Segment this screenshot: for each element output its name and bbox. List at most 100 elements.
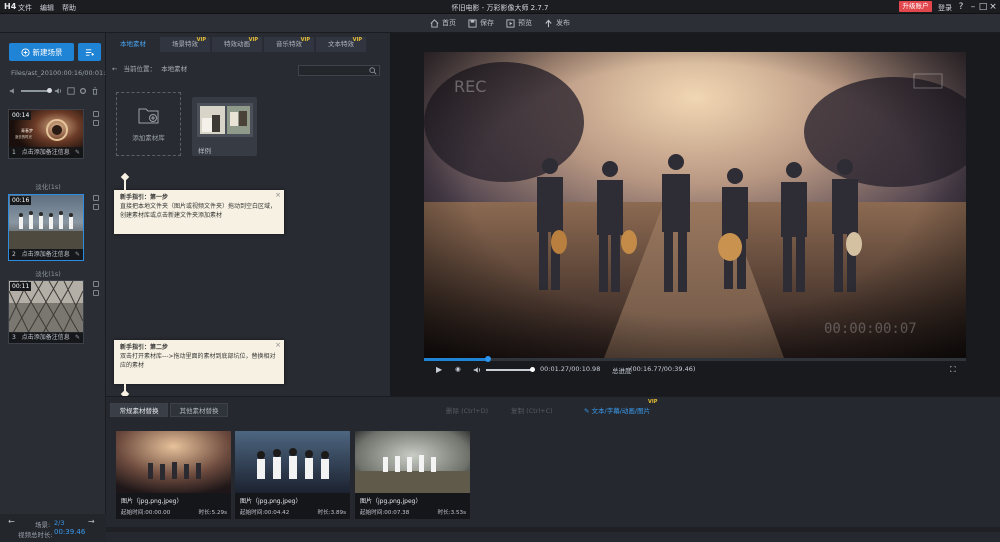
- close-icon[interactable]: ×: [275, 191, 281, 200]
- scene-3-caption[interactable]: 3 点击添加备注信息 ✎: [9, 332, 83, 343]
- tab-local-material[interactable]: 本地素材: [108, 37, 158, 52]
- scene-counter-label: 场景:: [35, 521, 51, 529]
- plus-circle-icon: [20, 47, 30, 57]
- new-scene-button[interactable]: 新建场景: [9, 43, 74, 61]
- rec-watermark: REC: [454, 77, 486, 96]
- volume-high-icon[interactable]: [54, 87, 62, 95]
- scene-3-note: 点击添加备注信息: [21, 334, 70, 341]
- card-1-duration: 时长:5.29s: [198, 510, 227, 516]
- progress-fill: [424, 358, 488, 361]
- scene-2-delete-icon[interactable]: [93, 204, 99, 210]
- scene-options-button[interactable]: [78, 43, 101, 61]
- save-button[interactable]: 保存: [468, 18, 494, 28]
- sample-folder-label: 样例: [198, 147, 211, 155]
- scene-1-delete-icon[interactable]: [93, 120, 99, 126]
- scene-2-caption[interactable]: 2 点击添加备注信息 ✎: [9, 249, 83, 260]
- login-link[interactable]: 登录: [938, 3, 952, 13]
- upgrade-button[interactable]: 升级账户: [899, 1, 932, 12]
- edit-note-icon[interactable]: ✎: [75, 249, 80, 260]
- replace-card-1[interactable]: 图片（jpg,png,jpeg） 起始时间:00:00.00 时长:5.29s: [116, 431, 231, 519]
- publish-button[interactable]: 发布: [544, 18, 570, 28]
- scene-thumb-2[interactable]: 00:16 2 点击添加备注信息 ✎: [8, 194, 84, 261]
- file-path: Files/ast_201: [11, 69, 54, 77]
- volume-settings-icon[interactable]: [67, 87, 75, 95]
- scene-3-copy-icon[interactable]: [93, 281, 99, 287]
- scene-thumb-3[interactable]: 00:11 3 点击添加备注信息 ✎: [8, 280, 84, 344]
- progress-knob[interactable]: [485, 356, 491, 362]
- gear-icon[interactable]: [79, 87, 87, 95]
- edit-note-icon[interactable]: ✎: [75, 147, 80, 158]
- preview-volume-knob[interactable]: [530, 367, 535, 372]
- copy-action[interactable]: 复制 (Ctrl+C): [511, 405, 553, 415]
- prev-scene-icon[interactable]: ←: [8, 517, 15, 526]
- video-preview[interactable]: REC 00:00:00:07: [424, 52, 966, 358]
- playback-progress[interactable]: [424, 356, 966, 362]
- volume-low-icon[interactable]: [9, 87, 17, 95]
- play-icon[interactable]: ▶: [436, 365, 442, 374]
- next-scene-icon[interactable]: →: [88, 517, 95, 526]
- preview-panel: REC 00:00:00:07 ▶ ◉ 00:01.27/00:10.98 总进…: [390, 33, 1000, 396]
- volume-knob[interactable]: [47, 88, 52, 93]
- vip-badge: VIP: [248, 37, 258, 43]
- guide-1-title: 新手指引：第一步: [120, 194, 169, 201]
- volume-row: [9, 86, 101, 96]
- camera-icon[interactable]: ◉: [455, 365, 461, 373]
- tab-label: 文本特效: [328, 40, 354, 48]
- scene-2-copy-icon[interactable]: [93, 195, 99, 201]
- trash-icon[interactable]: [91, 87, 99, 95]
- preview-icon: [506, 18, 515, 28]
- transition-1[interactable]: 淡化(1s): [0, 181, 96, 191]
- replace-panel: 常规素材替换 其他素材替换 删除 (Ctrl+D) 复制 (Ctrl+C) ✎ …: [106, 396, 1000, 542]
- home-icon: [430, 18, 439, 28]
- edit-note-icon[interactable]: ✎: [75, 332, 80, 343]
- help-icon[interactable]: ?: [955, 1, 967, 13]
- sample-folder[interactable]: 样例: [192, 97, 257, 156]
- home-button[interactable]: 首页: [430, 18, 456, 28]
- horizontal-scrollbar[interactable]: [106, 527, 1000, 532]
- close-icon[interactable]: ×: [275, 341, 281, 350]
- path-value[interactable]: 本地素材: [161, 65, 187, 73]
- tab-music-effects[interactable]: 音乐特效 VIP: [264, 37, 314, 52]
- tab-scene-effects[interactable]: 场景特效 VIP: [160, 37, 210, 52]
- close-icon[interactable]: ×: [987, 1, 999, 13]
- tab-normal-replace[interactable]: 常规素材替换: [110, 403, 168, 417]
- tab-other-replace[interactable]: 其他素材替换: [170, 403, 228, 417]
- card-1-type: 图片（jpg,png,jpeg）: [121, 498, 183, 505]
- volume-icon[interactable]: [473, 366, 481, 374]
- delete-action[interactable]: 删除 (Ctrl+D): [446, 405, 488, 415]
- breadcrumb: ← 当前位置： 本地素材: [112, 63, 187, 73]
- scene-counter: 2/3: [54, 519, 65, 527]
- tab-effect-animation[interactable]: 特效动画 VIP: [212, 37, 262, 52]
- text-subtitle-action[interactable]: ✎ 文本/字幕/动画/图片: [584, 405, 650, 415]
- scene-3-duration: 00:11: [10, 282, 32, 291]
- scene-3-index: 3: [12, 334, 16, 341]
- tab-label: 场景特效: [172, 40, 198, 48]
- preview-volume-slider[interactable]: [486, 369, 534, 371]
- pencil-icon: ✎: [584, 407, 590, 415]
- preview-label: 预览: [518, 19, 532, 27]
- card-2-type: 图片（jpg,png,jpeg）: [240, 498, 302, 505]
- total-time-label: 视频总时长:: [18, 531, 53, 539]
- card-3-type: 图片（jpg,png,jpeg）: [360, 498, 422, 505]
- fullscreen-icon[interactable]: ⛶: [950, 365, 956, 375]
- back-arrow-icon[interactable]: ←: [112, 65, 117, 73]
- card-1-image: [116, 431, 231, 493]
- scene-footer: ← 场景: 2/3 → 视频总时长: 00:39.46: [0, 514, 106, 542]
- replace-card-3[interactable]: 图片（jpg,png,jpeg） 起始时间:00:07.38 时长:3.53s: [355, 431, 470, 519]
- scene-thumb-1[interactable]: 青春梦 逝去的时光 00:14 1 点击添加备注信息 ✎: [8, 109, 84, 159]
- add-library-button[interactable]: 添加素材库: [116, 92, 181, 156]
- search-input[interactable]: [298, 65, 380, 76]
- transition-2[interactable]: 淡化(1s): [0, 268, 96, 278]
- search-icon[interactable]: [369, 67, 377, 75]
- list-add-icon: [85, 48, 94, 56]
- tab-text-effects[interactable]: 文本特效 VIP: [316, 37, 366, 52]
- preview-button[interactable]: 预览: [506, 18, 532, 28]
- guide-2-title: 新手指引：第二步: [120, 344, 169, 351]
- scene-1-copy-icon[interactable]: [93, 111, 99, 117]
- guide-pointer-tip: [120, 172, 130, 182]
- replace-card-2[interactable]: 图片（jpg,png,jpeg） 起始时间:00:04.42 时长:3.89s: [235, 431, 350, 519]
- scene-1-caption[interactable]: 1 点击添加备注信息 ✎: [9, 147, 83, 158]
- scene-3-delete-icon[interactable]: [93, 290, 99, 296]
- volume-slider[interactable]: [21, 90, 49, 92]
- total-time: 00:39.46: [54, 528, 86, 536]
